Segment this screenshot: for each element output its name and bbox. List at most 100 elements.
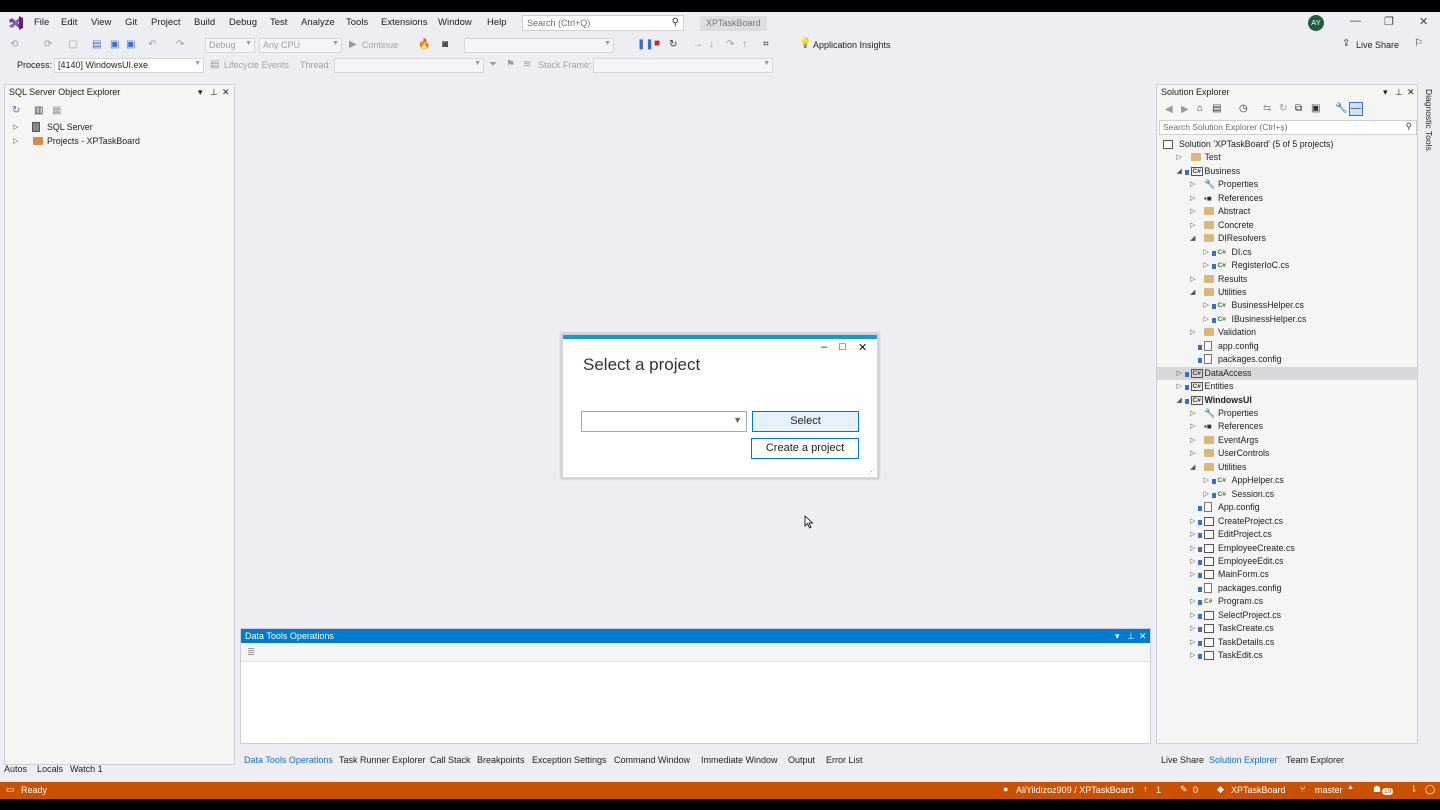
- menu-debug[interactable]: Debug: [229, 17, 257, 28]
- expand-icon[interactable]: ▷: [1190, 434, 1195, 447]
- startup-item-select[interactable]: ▼: [464, 38, 614, 53]
- expand-icon[interactable]: ▷: [1204, 488, 1209, 501]
- back-icon[interactable]: ◀: [1165, 104, 1173, 115]
- collapse-icon[interactable]: ◢: [1177, 394, 1182, 407]
- tab-solution-explorer[interactable]: Solution Explorer: [1209, 755, 1278, 765]
- solution-tree-item[interactable]: ▷ 🔧 Properties: [1157, 407, 1417, 420]
- solution-tree-item[interactable]: app.config: [1157, 340, 1417, 353]
- forward-icon[interactable]: ⟳: [44, 39, 52, 50]
- step-out-icon[interactable]: ↑: [742, 39, 747, 50]
- select-button[interactable]: Select: [752, 411, 859, 432]
- solution-tree-item[interactable]: ▷ UserControls: [1157, 447, 1417, 460]
- menu-test[interactable]: Test: [270, 17, 287, 28]
- solution-tree-item[interactable]: ▷ EmployeeCreate.cs: [1157, 542, 1417, 555]
- pin-icon[interactable]: ⊥: [1127, 631, 1135, 642]
- solution-tree-item[interactable]: ▷ C# Entities: [1157, 380, 1417, 393]
- application-insights-button[interactable]: Application Insights: [813, 40, 891, 50]
- live-share-button[interactable]: Live Share: [1356, 40, 1399, 50]
- stack-frame-select[interactable]: ▼: [593, 58, 773, 73]
- refresh-icon[interactable]: ↻: [1279, 103, 1287, 114]
- expand-icon[interactable]: ▷: [1190, 326, 1195, 339]
- list-icon[interactable]: ≣: [247, 647, 255, 658]
- expand-icon[interactable]: ▷: [1204, 259, 1209, 272]
- switch-views-icon[interactable]: ▤: [1212, 103, 1221, 114]
- tab-live-share[interactable]: Live Share: [1161, 755, 1204, 765]
- solution-tree-item[interactable]: ▷ EditProject.cs: [1157, 528, 1417, 541]
- solution-tree-item[interactable]: ▷ Test: [1157, 151, 1417, 164]
- tab-immediate-window[interactable]: Immediate Window: [701, 755, 778, 765]
- tab-team-explorer[interactable]: Team Explorer: [1286, 755, 1344, 765]
- collapse-icon[interactable]: ◢: [1190, 461, 1195, 474]
- close-icon[interactable]: ✕: [858, 341, 867, 354]
- solution-tree-item[interactable]: ▷ Abstract: [1157, 205, 1417, 218]
- diagnostics-icon[interactable]: ⌗: [763, 39, 769, 50]
- solution-tree-item[interactable]: ▷ TaskDetails.cs: [1157, 636, 1417, 649]
- solution-tree-item[interactable]: ◢ C# Business: [1157, 165, 1417, 178]
- open-file-icon[interactable]: ▤: [92, 39, 101, 50]
- close-icon[interactable]: ✕: [222, 87, 230, 98]
- continue-icon[interactable]: ▶: [349, 39, 357, 50]
- undo-icon[interactable]: ↶: [148, 39, 156, 50]
- tab-task-runner-explorer[interactable]: Task Runner Explorer: [339, 755, 426, 765]
- process-select[interactable]: [4140] WindowsUI.exe ▼: [54, 58, 204, 73]
- show-next-statement-icon[interactable]: →: [693, 39, 703, 50]
- tab-breakpoints[interactable]: Breakpoints: [477, 755, 525, 765]
- expand-icon[interactable]: ▷: [1190, 178, 1195, 191]
- solution-tree-item[interactable]: ▷ Results: [1157, 273, 1417, 286]
- step-over-icon[interactable]: ↷: [726, 39, 734, 50]
- expand-icon[interactable]: ▷: [1190, 622, 1195, 635]
- solution-tree-item[interactable]: ◢ Utilities: [1157, 461, 1417, 474]
- status-solution-name[interactable]: XPTaskBoard: [1231, 785, 1286, 795]
- solution-tree-item[interactable]: Solution 'XPTaskBoard' (5 of 5 projects): [1157, 138, 1417, 151]
- solution-tree-item[interactable]: ▷ ▪■ References: [1157, 192, 1417, 205]
- solution-tree-item[interactable]: ▷ C# RegisterIoC.cs: [1157, 259, 1417, 272]
- expand-icon[interactable]: ▷: [1190, 407, 1195, 420]
- disconnect-icon[interactable]: ▦: [52, 105, 61, 116]
- tab-command-window[interactable]: Command Window: [614, 755, 690, 765]
- close-icon[interactable]: ✕: [1419, 15, 1428, 28]
- expand-icon[interactable]: ▷: [1190, 447, 1195, 460]
- resize-grip-icon[interactable]: ⋰: [868, 468, 875, 476]
- show-all-files-icon[interactable]: ▣: [1311, 103, 1320, 114]
- menu-file[interactable]: File: [34, 17, 49, 28]
- expand-icon[interactable]: ▷: [1204, 246, 1209, 259]
- home-icon[interactable]: ⌂: [1197, 103, 1203, 114]
- continue-button[interactable]: Continue: [362, 40, 398, 50]
- lifecycle-events-button[interactable]: Lifecycle Events: [224, 60, 289, 70]
- solution-tree-item[interactable]: ▷ TaskCreate.cs: [1157, 622, 1417, 635]
- preview-icon[interactable]: —: [1349, 102, 1363, 116]
- solution-tree-item[interactable]: ▷ EventArgs: [1157, 434, 1417, 447]
- solution-tree-item[interactable]: App.config: [1157, 501, 1417, 514]
- solution-tree-item[interactable]: ▷ SelectProject.cs: [1157, 609, 1417, 622]
- tab-data-tools-operations[interactable]: Data Tools Operations: [244, 755, 333, 765]
- notifications-icon[interactable]: ☗: [1373, 784, 1381, 795]
- pin-icon[interactable]: ⊥: [1395, 87, 1403, 98]
- collapse-icon[interactable]: ◢: [1177, 165, 1182, 178]
- tab-autos[interactable]: Autos: [4, 764, 27, 774]
- platform-select[interactable]: Any CPU ▼: [259, 38, 342, 53]
- tab-exception-settings[interactable]: Exception Settings: [532, 755, 607, 765]
- stop-icon[interactable]: ■: [654, 38, 660, 49]
- save-all-icon[interactable]: ▣: [126, 39, 135, 50]
- close-icon[interactable]: ✕: [1139, 631, 1147, 642]
- dropdown-icon[interactable]: ▾: [1115, 631, 1120, 642]
- menu-analyze[interactable]: Analyze: [301, 17, 335, 28]
- close-icon[interactable]: ✕: [1407, 87, 1415, 98]
- branch-name[interactable]: master: [1315, 785, 1343, 795]
- restart-icon[interactable]: ↻: [669, 39, 677, 50]
- expand-icon[interactable]: ▷: [1190, 636, 1195, 649]
- menu-project[interactable]: Project: [151, 17, 181, 28]
- solution-tree-item[interactable]: ▷ C# Session.cs: [1157, 488, 1417, 501]
- solution-tree-item[interactable]: ▷ Validation: [1157, 326, 1417, 339]
- solution-tree-item[interactable]: ▷ C# DataAccess: [1157, 366, 1417, 380]
- feedback-icon[interactable]: ⇂: [1410, 784, 1418, 795]
- save-icon[interactable]: ▣: [110, 39, 119, 50]
- menu-window[interactable]: Window: [438, 17, 472, 28]
- expand-icon[interactable]: ▷: [1204, 313, 1209, 326]
- solution-tree-item[interactable]: ▷ TaskEdit.cs: [1157, 649, 1417, 662]
- properties-icon[interactable]: 🔧: [1335, 103, 1347, 114]
- solution-tree-item[interactable]: ▷ C# Program.cs: [1157, 595, 1417, 608]
- expand-icon[interactable]: ▷: [1204, 299, 1209, 312]
- thread-select[interactable]: ▼: [334, 58, 484, 73]
- pause-icon[interactable]: ❚❚: [637, 39, 654, 50]
